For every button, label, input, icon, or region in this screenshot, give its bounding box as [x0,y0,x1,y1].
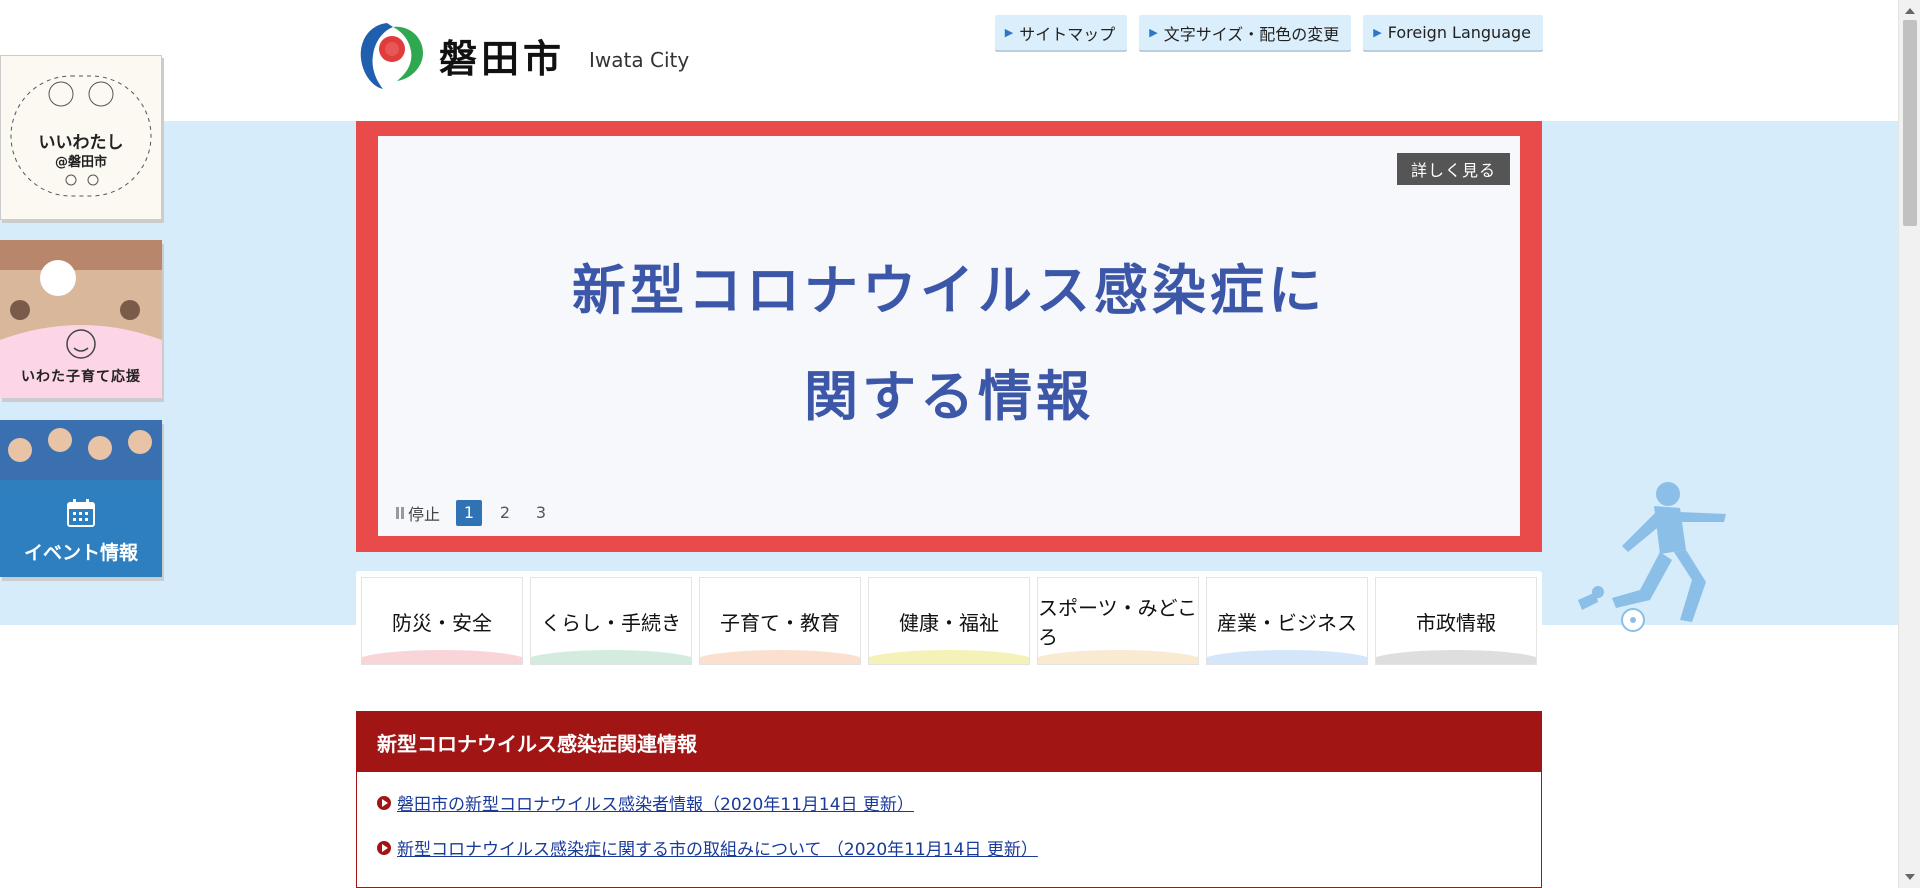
category-disaster-safety[interactable]: 防災・安全 [361,577,523,665]
covid-measures-link[interactable]: 新型コロナウイルス感染症に関する市の取組みについて （2020年11月14日 更… [397,835,1038,860]
slider-page-1[interactable]: 1 [456,500,483,526]
bullet-arrow-icon [377,840,391,855]
scroll-up-icon[interactable] [1905,8,1915,14]
calendar-icon [66,498,96,532]
scrollbar-thumb[interactable] [1903,20,1917,226]
play-triangle-icon: ▶ [1373,26,1382,39]
iiwatashi-banner[interactable]: いいわたし @磐田市 [0,55,162,220]
slider-page-3[interactable]: 3 [528,500,554,526]
covid-info-list: 磐田市の新型コロナウイルス感染者情報（2020年11月14日 更新） 新型コロナ… [357,772,1541,860]
text-size-color-link-label: 文字サイズ・配色の変更 [1163,24,1340,44]
sitemap-link[interactable]: ▶ サイトマップ [994,15,1128,50]
iwata-logo-icon [357,19,427,91]
covid-cases-link[interactable]: 磐田市の新型コロナウイルス感染者情報（2020年11月14日 更新） [397,790,914,815]
logo-english-name: Iwata City [589,48,690,72]
pause-icon [396,507,404,519]
category-navigation: 防災・安全 くらし・手続き 子育て・教育 健康・福祉 スポーツ・みどころ 産業・… [356,571,1542,665]
category-city-administration[interactable]: 市政情報 [1375,577,1537,665]
iiwatashi-subtitle: @磐田市 [54,155,107,170]
covid-info-heading: 新型コロナウイルス感染症関連情報 [357,712,1541,772]
iiwatashi-title: いいわたし [38,133,124,153]
slider-page-2[interactable]: 2 [492,500,518,526]
slide-content[interactable]: 詳しく見る 新型コロナウイルス感染症に 関する情報 停止 1 2 3 [378,136,1520,536]
covid-info-box: 新型コロナウイルス感染症関連情報 磐田市の新型コロナウイルス感染者情報（2020… [356,711,1542,888]
slide-title-line1: 新型コロナウイルス感染症に [572,259,1326,322]
category-health-welfare[interactable]: 健康・福祉 [868,577,1030,665]
category-living-procedures[interactable]: くらし・手続き [530,577,692,665]
childcare-support-banner[interactable]: いわた子育て応援 [0,240,162,398]
scroll-down-icon[interactable] [1905,874,1915,880]
foreign-language-link-label: Foreign Language [1387,23,1531,42]
page-scrollbar[interactable] [1898,0,1920,888]
play-triangle-icon: ▶ [1149,26,1158,39]
sitemap-link-label: サイトマップ [1019,24,1116,44]
category-childcare-education[interactable]: 子育て・教育 [699,577,861,665]
logo-name: 磐田市 [439,36,566,81]
site-logo[interactable]: 磐田市 Iwata City [357,19,689,91]
header-utility-links: ▶ サイトマップ ▶ 文字サイズ・配色の変更 ▶ Foreign Languag… [994,15,1543,50]
slider-pause-button[interactable]: 停止 [396,501,440,525]
play-triangle-icon: ▶ [1004,26,1014,39]
text-size-color-link[interactable]: ▶ 文字サイズ・配色の変更 [1139,15,1352,50]
event-info-banner[interactable]: イベント情報 [0,420,162,577]
slide-detail-button[interactable]: 詳しく見る [1396,153,1510,185]
childcare-support-label: いわた子育て応援 [21,369,141,385]
bullet-arrow-icon [377,795,391,810]
list-item: 新型コロナウイルス感染症に関する市の取組みについて （2020年11月14日 更… [377,835,1541,860]
list-item: 磐田市の新型コロナウイルス感染者情報（2020年11月14日 更新） [377,790,1541,815]
pause-label: 停止 [408,505,441,524]
slide-title-line2: 関する情報 [804,365,1094,428]
slider-controls: 停止 1 2 3 [396,500,554,526]
foreign-language-link[interactable]: ▶ Foreign Language [1363,15,1543,50]
soccer-player-icon [1568,480,1738,639]
category-sports-sights[interactable]: スポーツ・みどころ [1037,577,1199,665]
category-industry-business[interactable]: 産業・ビジネス [1206,577,1368,665]
main-slider: 詳しく見る 新型コロナウイルス感染症に 関する情報 停止 1 2 3 [356,121,1542,552]
event-info-label: イベント情報 [23,542,138,564]
